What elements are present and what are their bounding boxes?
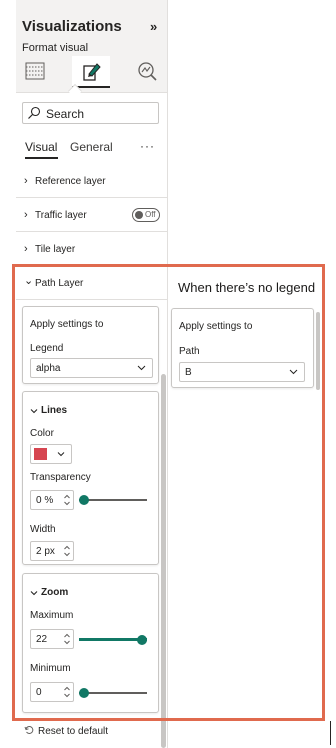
format-visual-tab[interactable]	[72, 56, 110, 88]
analytics-icon[interactable]	[136, 60, 158, 82]
tab-general[interactable]: General	[70, 140, 113, 154]
search-box[interactable]: Search	[22, 102, 159, 124]
chevron-down-icon	[137, 365, 146, 371]
scrollbar[interactable]	[316, 312, 320, 390]
build-visual-icon[interactable]	[24, 60, 46, 82]
spin-value: 2 px	[36, 546, 55, 557]
chevron-right-icon: ›	[24, 243, 28, 255]
slider-thumb[interactable]	[79, 688, 89, 698]
color-swatch	[34, 448, 47, 460]
traffic-layer-toggle[interactable]: Off	[132, 208, 160, 222]
collapse-pane-icon[interactable]: »	[150, 19, 157, 34]
stepper-arrows-icon[interactable]	[63, 544, 71, 558]
search-icon	[28, 106, 41, 119]
section-reference-layer[interactable]: › Reference layer	[16, 164, 167, 198]
maximum-input[interactable]: 22	[30, 629, 74, 649]
minimum-slider[interactable]	[79, 688, 147, 698]
reset-to-default-link[interactable]: Reset to default	[24, 725, 108, 737]
lines-title: Lines	[41, 405, 68, 416]
section-label: Reference layer	[35, 176, 106, 187]
path-label: Path	[179, 346, 200, 357]
more-options-icon[interactable]: ···	[140, 139, 155, 153]
chevron-down-icon[interactable]	[30, 407, 38, 415]
reset-icon	[24, 725, 34, 734]
minimum-input[interactable]: 0	[30, 682, 74, 702]
width-label: Width	[30, 524, 56, 535]
width-input[interactable]: 2 px	[30, 541, 74, 561]
apply-settings-card-no-legend: Apply settings to Path B	[171, 308, 314, 388]
slider-thumb[interactable]	[137, 635, 147, 645]
tab-visual[interactable]: Visual	[25, 140, 57, 154]
section-tile-layer[interactable]: › Tile layer	[16, 232, 167, 266]
toggle-knob	[135, 211, 143, 219]
transparency-input[interactable]: 0 %	[30, 490, 74, 510]
apply-settings-card: Apply settings to Legend alpha	[22, 306, 159, 384]
slider-track	[79, 692, 147, 694]
section-label: Tile layer	[35, 244, 76, 255]
format-visual-icon	[83, 63, 101, 81]
transparency-slider[interactable]	[79, 495, 147, 505]
cursor-mark	[330, 721, 331, 745]
chevron-down-icon: ⌄	[24, 275, 34, 287]
section-label: Path Layer	[35, 278, 84, 289]
no-legend-heading: When there’s no legend	[178, 280, 316, 295]
spin-value: 0 %	[36, 495, 54, 506]
dropdown-value: B	[185, 367, 192, 378]
search-input[interactable]: Search	[46, 107, 84, 121]
color-label: Color	[30, 428, 54, 439]
lines-card: Lines Color Transparency 0 % Width 2 px	[22, 391, 159, 565]
toggle-label: Off	[145, 210, 156, 219]
chevron-right-icon: ›	[24, 175, 28, 187]
section-traffic-layer[interactable]: › Traffic layer Off	[16, 198, 167, 232]
chevron-right-icon: ›	[24, 209, 28, 221]
maximum-slider[interactable]	[79, 635, 147, 645]
spin-value: 0	[36, 687, 42, 698]
card-title: Apply settings to	[30, 319, 104, 330]
chevron-down-icon	[57, 452, 65, 457]
path-dropdown[interactable]: B	[179, 362, 305, 382]
transparency-label: Transparency	[30, 472, 91, 483]
zoom-card: Zoom Maximum 22 Minimum 0	[22, 573, 159, 713]
pane-title: Visualizations	[22, 18, 122, 35]
reset-label: Reset to default	[38, 726, 109, 737]
pane-scrollbar[interactable]	[161, 374, 166, 748]
slider-track	[79, 499, 147, 501]
spin-value: 22	[36, 634, 48, 645]
legend-dropdown[interactable]: alpha	[30, 358, 153, 378]
slider-thumb[interactable]	[79, 495, 89, 505]
card-title: Apply settings to	[179, 321, 253, 332]
dropdown-value: alpha	[36, 363, 61, 374]
color-picker-button[interactable]	[30, 444, 72, 464]
zoom-title: Zoom	[41, 587, 69, 598]
chevron-down-icon	[289, 369, 298, 375]
tab-visual-underline	[25, 157, 58, 159]
stepper-arrows-icon[interactable]	[63, 632, 71, 646]
minimum-label: Minimum	[30, 663, 71, 674]
format-visual-label: Format visual	[22, 42, 89, 54]
section-path-layer[interactable]: ⌄ Path Layer	[16, 266, 167, 300]
legend-label: Legend	[30, 343, 64, 354]
stepper-arrows-icon[interactable]	[63, 493, 71, 507]
maximum-label: Maximum	[30, 610, 74, 621]
stepper-arrows-icon[interactable]	[63, 685, 71, 699]
chevron-down-icon[interactable]	[30, 589, 38, 597]
section-label: Traffic layer	[35, 210, 87, 221]
